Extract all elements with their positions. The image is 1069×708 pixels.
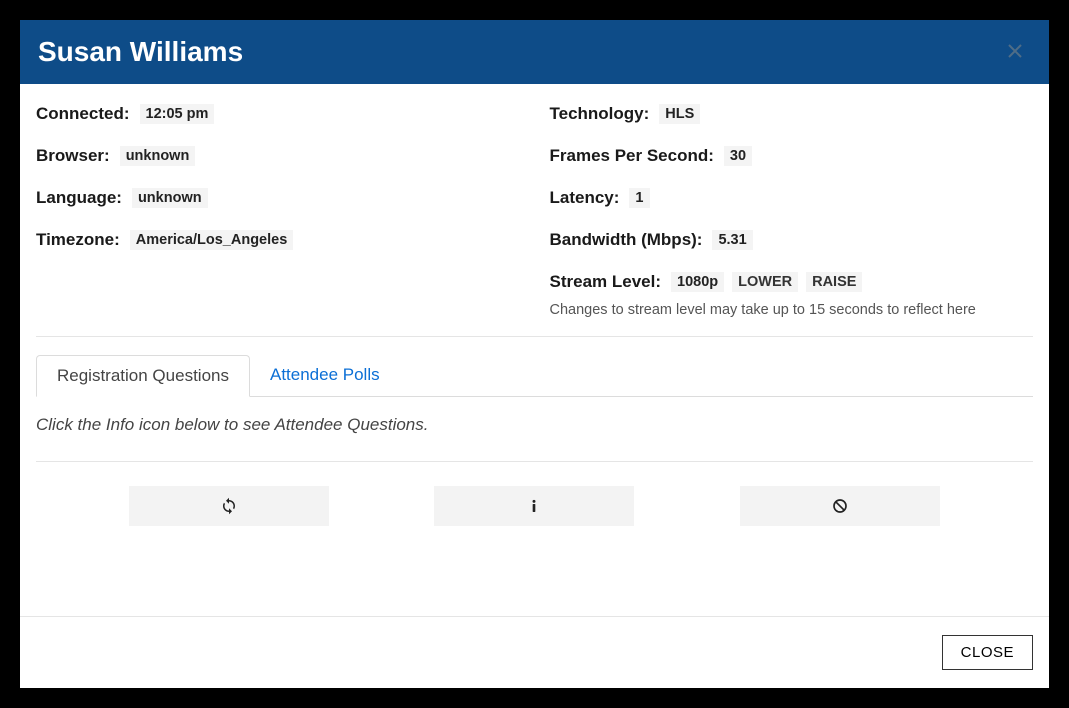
fps-value: 30 (724, 146, 752, 166)
language-row: Language: unknown (36, 188, 520, 208)
attendee-detail-dialog: Susan Williams Connected: 12:05 pm Brows… (20, 20, 1049, 688)
left-column: Connected: 12:05 pm Browser: unknown Lan… (36, 104, 520, 318)
browser-row: Browser: unknown (36, 146, 520, 166)
latency-label: Latency: (550, 188, 620, 208)
connected-row: Connected: 12:05 pm (36, 104, 520, 124)
timezone-value: America/Los_Angeles (130, 230, 294, 250)
fps-label: Frames Per Second: (550, 146, 714, 166)
ban-button[interactable] (740, 486, 940, 526)
refresh-button[interactable] (129, 486, 329, 526)
dialog-header: Susan Williams (20, 20, 1049, 84)
technology-value: HLS (659, 104, 700, 124)
technology-row: Technology: HLS (550, 104, 1034, 124)
stream-caption: Changes to stream level may take up to 1… (550, 302, 1034, 318)
tab-registration-questions[interactable]: Registration Questions (36, 355, 250, 397)
bandwidth-label: Bandwidth (Mbps): (550, 230, 703, 250)
dialog-footer: CLOSE (20, 616, 1049, 688)
info-button[interactable] (434, 486, 634, 526)
connected-value: 12:05 pm (140, 104, 215, 124)
info-icon (526, 498, 542, 514)
dialog-title: Susan Williams (38, 36, 243, 68)
close-button[interactable]: CLOSE (942, 635, 1033, 670)
tabs: Registration Questions Attendee Polls (36, 355, 1033, 397)
stream-level-label: Stream Level: (550, 272, 662, 292)
latency-value: 1 (629, 188, 649, 208)
timezone-label: Timezone: (36, 230, 120, 250)
close-icon[interactable] (1007, 43, 1025, 61)
bandwidth-value: 5.31 (712, 230, 752, 250)
ban-icon (832, 498, 848, 514)
language-value: unknown (132, 188, 208, 208)
stream-level-value: 1080p (671, 272, 724, 292)
refresh-icon (220, 497, 238, 515)
browser-value: unknown (120, 146, 196, 166)
dialog-body: Connected: 12:05 pm Browser: unknown Lan… (20, 84, 1049, 616)
technology-label: Technology: (550, 104, 650, 124)
right-column: Technology: HLS Frames Per Second: 30 La… (550, 104, 1034, 318)
lower-button[interactable]: LOWER (732, 272, 798, 292)
timezone-row: Timezone: America/Los_Angeles (36, 230, 520, 250)
connected-label: Connected: (36, 104, 130, 124)
tab-hint: Click the Info icon below to see Attende… (36, 415, 1033, 435)
info-columns: Connected: 12:05 pm Browser: unknown Lan… (36, 104, 1033, 337)
raise-button[interactable]: RAISE (806, 272, 862, 292)
fps-row: Frames Per Second: 30 (550, 146, 1034, 166)
latency-row: Latency: 1 (550, 188, 1034, 208)
bandwidth-row: Bandwidth (Mbps): 5.31 (550, 230, 1034, 250)
tabs-section: Registration Questions Attendee Polls Cl… (36, 355, 1033, 550)
stream-level-row: Stream Level: 1080p LOWER RAISE Changes … (550, 272, 1034, 318)
action-row (36, 462, 1033, 550)
browser-label: Browser: (36, 146, 110, 166)
tab-attendee-polls[interactable]: Attendee Polls (250, 355, 400, 396)
language-label: Language: (36, 188, 122, 208)
